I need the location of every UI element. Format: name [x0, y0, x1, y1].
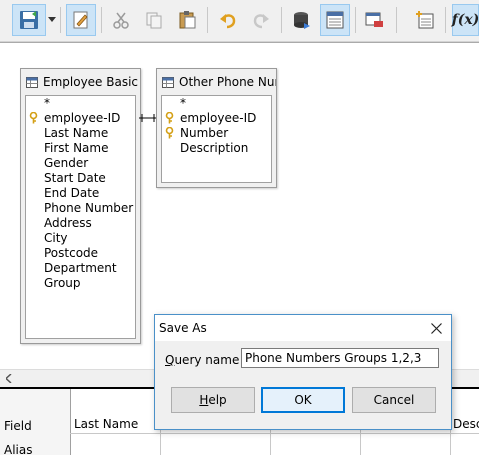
toolbar: f(x): [0, 0, 479, 42]
table-window-other-phone-numbers[interactable]: Other Phone Numbers * employee-ID Number…: [156, 68, 277, 188]
add-tables-button[interactable]: [410, 4, 440, 36]
dialog-title: Save As: [159, 321, 207, 335]
field-list[interactable]: * employee-ID Number Description: [161, 95, 272, 183]
save-icon: [20, 11, 38, 29]
design-view-button[interactable]: [320, 4, 350, 36]
design-view-icon: [326, 11, 344, 29]
key-icon: [165, 112, 174, 124]
table-icon: [26, 76, 38, 88]
add-tables-icon: [416, 11, 434, 29]
functions-icon: f(x): [451, 12, 479, 28]
grid-row-header: Field Alias: [0, 389, 71, 457]
copy-button[interactable]: [139, 4, 169, 36]
table-title: Other Phone Numbers: [179, 75, 276, 89]
save-as-dialog[interactable]: Save As Query name Help OK Cancel: [154, 314, 452, 430]
table-icon: [162, 76, 174, 88]
run-query-button[interactable]: [286, 4, 316, 36]
table-window-employee-basic-details[interactable]: Employee Basic Details * employee-ID Las…: [20, 68, 141, 344]
table-title: Employee Basic Details: [43, 75, 140, 89]
clear-query-button[interactable]: [360, 4, 390, 36]
dialog-body: Query name Help OK Cancel: [155, 341, 451, 429]
dialog-titlebar[interactable]: Save As: [155, 315, 451, 341]
save-dropdown-button[interactable]: [46, 4, 58, 36]
undo-button[interactable]: [213, 4, 243, 36]
copy-icon: [146, 12, 162, 29]
table-window-title[interactable]: Employee Basic Details: [21, 69, 140, 95]
chevron-left-icon: [5, 374, 12, 383]
scroll-left-button[interactable]: [2, 372, 15, 385]
paste-button[interactable]: [172, 4, 202, 36]
cut-button[interactable]: [106, 4, 136, 36]
redo-button[interactable]: [246, 4, 276, 36]
query-name-label: Query name: [165, 353, 240, 367]
close-button[interactable]: [427, 319, 445, 337]
grid-row-label-field: Field: [4, 419, 32, 433]
chevron-down-icon: [48, 17, 56, 22]
save-button[interactable]: [12, 4, 46, 36]
cancel-button[interactable]: Cancel: [352, 387, 436, 413]
cut-icon: [113, 12, 129, 29]
undo-icon: [220, 14, 236, 29]
run-query-icon: [294, 12, 310, 29]
edit-mode-icon: [73, 11, 88, 29]
grid-cell-field[interactable]: Descr: [453, 417, 479, 431]
paste-icon: [179, 11, 196, 29]
close-icon: [430, 322, 442, 334]
ok-button[interactable]: OK: [261, 387, 345, 413]
relation-line[interactable]: [139, 109, 157, 123]
table-window-title[interactable]: Other Phone Numbers: [157, 69, 276, 95]
grid-row-label-alias: Alias: [4, 443, 33, 457]
field-list[interactable]: * employee-ID Last Name First Name Gende…: [25, 95, 136, 339]
edit-mode-button[interactable]: [66, 4, 96, 36]
query-name-input[interactable]: [241, 348, 439, 368]
clear-query-icon: [365, 12, 383, 27]
help-button[interactable]: Help: [171, 387, 255, 413]
functions-button[interactable]: f(x): [452, 4, 479, 36]
key-icon: [165, 127, 174, 139]
redo-icon: [253, 14, 269, 29]
grid-cell-field[interactable]: Last Name: [74, 417, 158, 431]
key-icon: [29, 112, 38, 124]
